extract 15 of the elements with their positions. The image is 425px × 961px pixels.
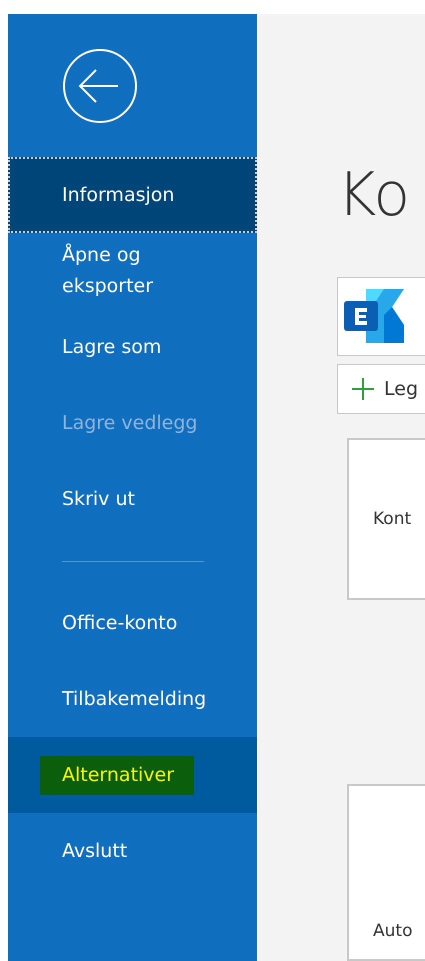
back-icon[interactable] [62,48,138,124]
add-account-button[interactable]: Leg [337,364,425,414]
plus-icon [352,378,374,400]
menu-item[interactable]: Skriv ut [8,461,257,537]
menu-item[interactable]: Åpne og eksporter [8,233,257,309]
menu-item[interactable]: Avslutt [8,813,257,889]
menu-item[interactable]: Office-konto [8,585,257,661]
menu-item[interactable]: Informasjon [8,157,257,233]
menu-item[interactable]: Tilbakemelding [8,661,257,737]
menu-item[interactable]: Lagre som [8,309,257,385]
settings-card[interactable]: Auto [347,784,425,961]
menu-item[interactable]: Alternativer [8,737,257,813]
account-panel[interactable] [337,277,425,356]
settings-card[interactable]: Kont [347,438,425,600]
page-title: Ko [337,160,412,230]
